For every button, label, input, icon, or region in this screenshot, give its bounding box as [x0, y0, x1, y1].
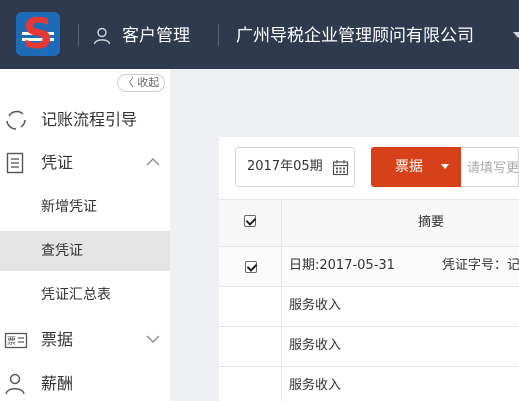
chevron-down-icon[interactable]	[513, 32, 519, 38]
entry-summary: 服务收入	[289, 298, 342, 313]
refresh-cycle-icon	[6, 110, 26, 130]
user-icon	[5, 373, 25, 395]
user-icon	[93, 27, 111, 45]
sidebar-subitem-new-voucher[interactable]: 新增凭证	[0, 187, 170, 227]
chevron-down-icon[interactable]	[146, 334, 160, 344]
sidebar: 〈 收起 记账流程引导 凭证 新增凭证 查凭证 凭证汇总表 票 票据 薪酬	[0, 69, 170, 401]
sidebar-item-voucher[interactable]: 凭证	[0, 143, 170, 183]
search-input[interactable]	[467, 158, 518, 178]
period-picker[interactable]: 2017年05期	[235, 147, 355, 187]
entry-summary: 服务收入	[289, 338, 342, 353]
column-divider	[281, 199, 282, 247]
search-type-dropdown[interactable]: 票据	[371, 147, 461, 187]
table-row[interactable]	[219, 327, 519, 367]
voucher-date: 日期:2017-05-31	[289, 258, 395, 273]
sidebar-subitem-query-voucher[interactable]: 查凭证	[0, 231, 170, 271]
sidebar-item-label: 查凭证	[41, 243, 83, 259]
column-header-summary: 摘要	[418, 215, 445, 230]
sidebar-item-label: 凭证汇总表	[41, 287, 111, 303]
divider	[78, 24, 79, 46]
search-type-label: 票据	[395, 159, 423, 175]
sidebar-item-invoice[interactable]: 票 票据	[0, 320, 170, 360]
voucher-number: 凭证字号：记	[442, 258, 519, 273]
app-logo[interactable]: S	[16, 12, 60, 56]
sidebar-item-label: 记账流程引导	[41, 110, 138, 129]
sidebar-item-process-guide[interactable]: 记账流程引导	[0, 100, 170, 140]
sidebar-item-label: 新增凭证	[41, 199, 97, 215]
search-field[interactable]	[461, 147, 519, 187]
select-all-checkbox[interactable]	[244, 215, 256, 227]
sidebar-item-label: 薪酬	[41, 374, 74, 393]
caret-down-icon	[441, 164, 449, 169]
row-checkbox[interactable]	[245, 261, 257, 273]
sidebar-item-label: 凭证	[41, 153, 74, 172]
voucher-icon	[6, 152, 24, 174]
sidebar-item-label: 票据	[41, 330, 74, 349]
table-row[interactable]	[219, 287, 519, 327]
entry-summary: 服务收入	[289, 378, 342, 393]
customer-management-link[interactable]: 客户管理	[122, 24, 190, 48]
sidebar-subitem-voucher-summary[interactable]: 凭证汇总表	[0, 275, 170, 315]
svg-text:票: 票	[7, 336, 16, 347]
chevron-up-icon[interactable]	[146, 157, 160, 167]
top-bar: S 客户管理 广州导税企业管理顾问有限公司	[0, 0, 519, 69]
table-row[interactable]	[219, 367, 519, 401]
column-divider	[281, 247, 282, 401]
invoice-icon: 票	[4, 332, 28, 349]
company-selector[interactable]: 广州导税企业管理顾问有限公司	[236, 24, 474, 48]
calendar-icon[interactable]	[332, 159, 349, 176]
sidebar-item-salary[interactable]: 薪酬	[0, 364, 170, 401]
divider	[218, 24, 219, 46]
table-header	[219, 199, 519, 247]
collapse-sidebar-button[interactable]: 〈 收起	[117, 74, 165, 92]
period-value: 2017年05期	[247, 159, 323, 174]
